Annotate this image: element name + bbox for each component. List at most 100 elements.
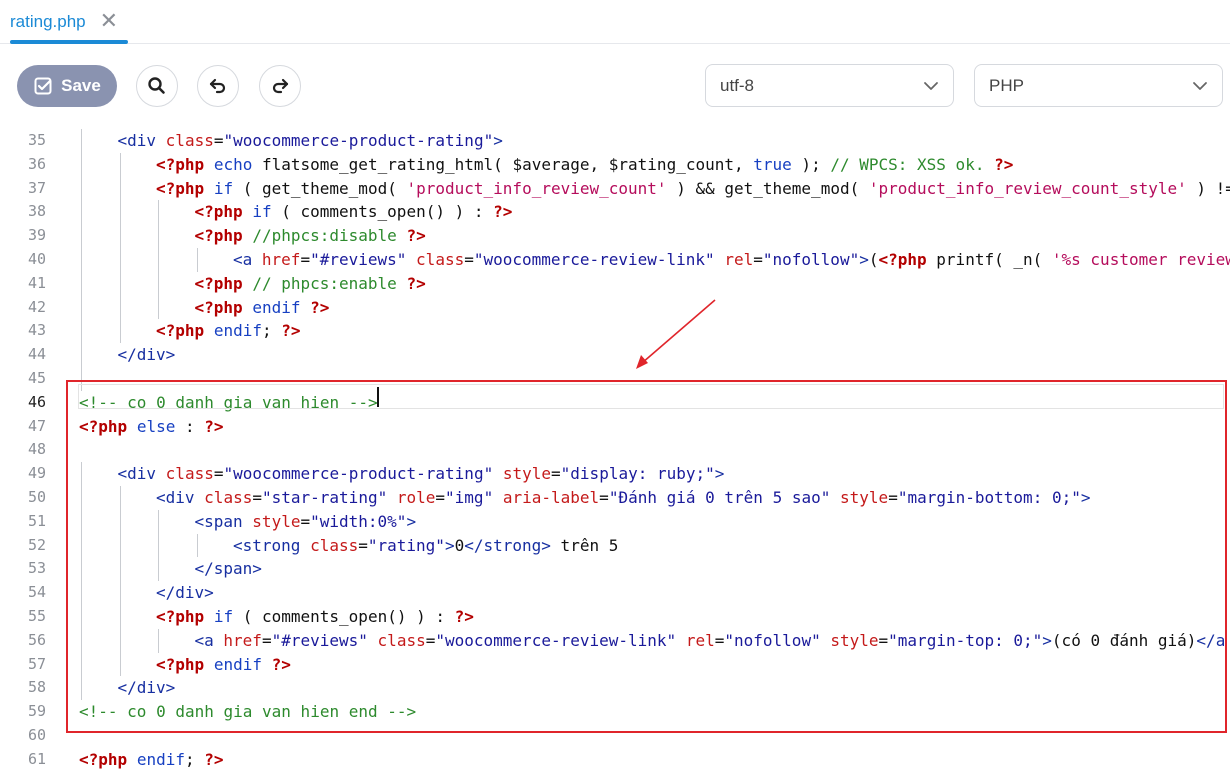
save-button[interactable]: Save <box>17 65 117 107</box>
code-token: if <box>213 607 234 626</box>
code-line[interactable]: 52 <strong class="rating">0</strong> trên… <box>0 534 1230 558</box>
code-line[interactable]: 41 <?php // phpcs:enable ?> <box>0 272 1230 296</box>
language-select[interactable]: PHP <box>974 64 1223 107</box>
line-number: 36 <box>27 154 46 173</box>
code-text: <?php if ( comments_open() ) : ?> <box>195 200 513 224</box>
code-token: = <box>464 250 474 269</box>
code-text: </div> <box>118 343 176 367</box>
code-line[interactable]: 47 <?php else : ?> <box>0 415 1230 439</box>
code-token: "img" <box>445 488 494 507</box>
code-text: <?php // phpcs:enable ?> <box>195 272 426 296</box>
code-token: "width:0%" <box>310 511 407 531</box>
code-token: class <box>165 464 214 484</box>
code-text: <?php else : ?> <box>79 415 224 439</box>
code-line[interactable]: 56 <a href="#reviews" class="woocommerce-… <box>0 629 1230 653</box>
code-line[interactable]: 61 <?php endif; ?> <box>0 748 1230 769</box>
code-text: <div class="star-rating" role="img" aria… <box>156 486 1091 510</box>
code-token: </a <box>1196 630 1226 650</box>
code-editor[interactable]: 35 <div class="woocommerce-product-rating… <box>0 128 1230 769</box>
code-token: > <box>493 131 503 150</box>
code-token: endif <box>252 297 301 317</box>
code-token: <strong <box>233 535 311 555</box>
code-token: > <box>444 535 455 555</box>
undo-button[interactable] <box>197 65 239 107</box>
search-button[interactable] <box>136 65 178 107</box>
line-number: 60 <box>27 726 46 744</box>
annotation-arrow <box>636 299 716 369</box>
code-token: = <box>599 488 609 507</box>
code-line[interactable]: 48 <box>0 438 1230 462</box>
line-number: 41 <box>27 273 46 292</box>
line-number: 38 <box>27 202 46 221</box>
code-token: ); <box>791 154 831 174</box>
line-number: 56 <box>27 630 46 649</box>
code-token: trên 5 <box>550 535 619 555</box>
code-token: "nofollow" <box>762 250 860 269</box>
code-token: </div> <box>117 345 176 365</box>
code-line[interactable]: 50 <div class="star-rating" role="img" ar… <box>0 486 1230 510</box>
save-check-icon <box>34 77 52 95</box>
code-text: <!-- co 0 danh gia van hien end --> <box>79 700 416 724</box>
code-token: ?> <box>406 273 426 293</box>
line-number: 57 <box>27 654 46 673</box>
code-token: flatsome_get_rating_html( <box>252 154 513 174</box>
code-line[interactable]: 51 <span style="width:0%"> <box>0 510 1230 534</box>
code-line[interactable]: 36 <?php echo flatsome_get_rating_html( $… <box>0 153 1230 177</box>
code-line[interactable]: 60 <box>0 724 1230 748</box>
code-line[interactable]: 49 <div class = "woocommerce-product-rating… <box>0 462 1230 486</box>
code-token: ?> <box>406 226 426 246</box>
code-text: <strong class="rating">0</strong> trên 5 <box>233 534 618 558</box>
indent-guide <box>158 628 159 653</box>
code-token: <?php <box>79 416 128 436</box>
undo-icon <box>209 78 226 94</box>
code-line[interactable]: 54 </div> <box>0 581 1230 605</box>
code-line[interactable]: 40 <a href="#reviews" class="woocommerce-… <box>0 248 1230 272</box>
code-token: = <box>435 488 446 507</box>
code-line[interactable]: 58 </div> <box>0 676 1230 700</box>
code-text: </div> <box>156 581 214 605</box>
code-line[interactable]: 55 <?php if ( comments_open() ) : ?> <box>0 605 1230 629</box>
code-line[interactable]: 39 <?php //phpcs:disable ?> <box>0 224 1230 248</box>
code-token: = <box>261 630 272 650</box>
line-number: 52 <box>27 535 46 554</box>
code-token: "woocommerce-review-link" <box>435 630 677 650</box>
code-line[interactable]: 37 <?php if ( get_theme_mod( 'product_inf… <box>0 177 1230 201</box>
code-line[interactable]: 53 </span> <box>0 557 1230 581</box>
code-token: <div <box>117 464 166 484</box>
code-line[interactable]: 38 <?php if ( comments_open() ) : ?> <box>0 200 1230 224</box>
encoding-select[interactable]: utf-8 <box>705 64 954 107</box>
code-token: ( comments_open() ) : <box>233 607 455 626</box>
code-token: <!-- co 0 danh gia van hien end --> <box>79 702 417 722</box>
code-token: <?php <box>194 226 243 246</box>
line-number: 49 <box>27 464 46 483</box>
code-line[interactable]: 35 <div class="woocommerce-product-rating… <box>0 129 1230 153</box>
code-token: = <box>714 630 725 650</box>
code-line[interactable]: 59 <!-- co 0 danh gia van hien end --> <box>0 700 1230 724</box>
language-value: PHP <box>989 75 1024 95</box>
code-line[interactable]: 42 <?php endif ?> <box>0 296 1230 320</box>
tab-rating-php[interactable]: rating.php ✕ <box>10 0 118 44</box>
code-token: = <box>358 535 368 555</box>
code-token: ?> <box>493 202 513 222</box>
code-token: <?php <box>156 178 205 198</box>
code-token: <?php <box>156 321 205 341</box>
close-icon[interactable]: ✕ <box>100 11 118 33</box>
code-line[interactable]: 43 <?php endif; ?> <box>0 319 1230 343</box>
redo-button[interactable] <box>259 65 301 107</box>
indent-guide <box>196 248 198 272</box>
text-cursor <box>377 387 379 407</box>
code-line[interactable]: 44 </div> <box>0 343 1230 367</box>
code-token: "rating" <box>367 535 445 555</box>
code-text: <a href="#reviews" class="woocommerce-re… <box>195 629 1226 653</box>
tab-label[interactable]: rating.php <box>10 12 86 32</box>
code-line[interactable]: 57 <?php endif ?> <box>0 653 1230 677</box>
